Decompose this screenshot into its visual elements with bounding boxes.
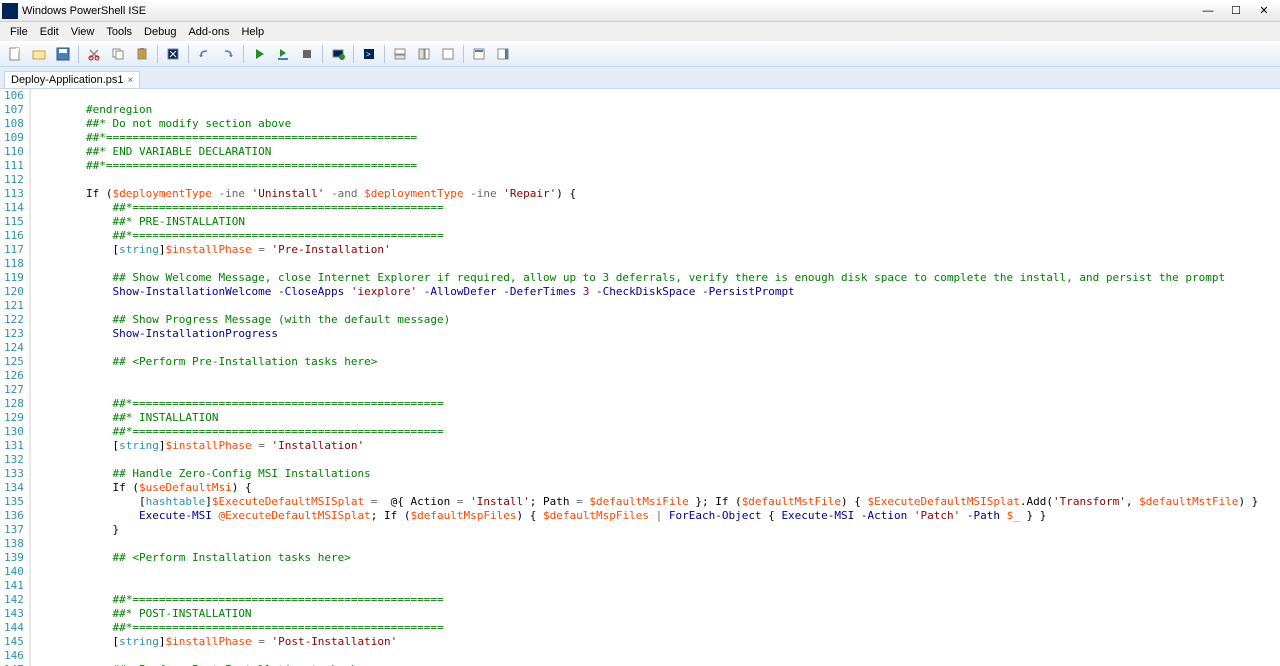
menu-debug[interactable]: Debug — [138, 24, 182, 40]
code-content[interactable]: #endregion ##* Do not modify section abo… — [31, 89, 1280, 666]
tab-bar: Deploy-Application.ps1 × — [0, 67, 1280, 89]
run-selection-button[interactable] — [272, 43, 294, 65]
undo-button[interactable] — [193, 43, 215, 65]
stop-button[interactable] — [296, 43, 318, 65]
close-button[interactable]: ✕ — [1250, 2, 1278, 20]
run-script-button[interactable] — [248, 43, 270, 65]
line-number-gutter: 1061071081091101111121131141151161171181… — [0, 89, 30, 666]
tab-close-icon[interactable]: × — [128, 75, 134, 86]
menu-bar: File Edit View Tools Debug Add-ons Help — [0, 22, 1280, 41]
start-powershell-button[interactable]: > — [358, 43, 380, 65]
svg-text:>: > — [366, 50, 371, 59]
title-bar: Windows PowerShell ISE — ☐ ✕ — [0, 0, 1280, 22]
open-file-button[interactable] — [28, 43, 50, 65]
show-command-button[interactable] — [468, 43, 490, 65]
new-remote-tab-button[interactable] — [327, 43, 349, 65]
maximize-button[interactable]: ☐ — [1222, 2, 1250, 20]
tab-label: Deploy-Application.ps1 — [11, 74, 124, 86]
show-command-addon-button[interactable] — [492, 43, 514, 65]
menu-file[interactable]: File — [4, 24, 34, 40]
show-script-maximized-button[interactable] — [437, 43, 459, 65]
window-title: Windows PowerShell ISE — [22, 5, 146, 17]
new-file-button[interactable] — [4, 43, 26, 65]
menu-addons[interactable]: Add-ons — [182, 24, 235, 40]
show-script-top-button[interactable] — [389, 43, 411, 65]
toolbar: > — [0, 41, 1280, 67]
show-script-right-button[interactable] — [413, 43, 435, 65]
copy-button[interactable] — [107, 43, 129, 65]
menu-tools[interactable]: Tools — [100, 24, 138, 40]
menu-edit[interactable]: Edit — [34, 24, 65, 40]
code-editor[interactable]: 1061071081091101111121131141151161171181… — [0, 89, 1280, 666]
powershell-icon — [2, 3, 18, 19]
clear-console-button[interactable] — [162, 43, 184, 65]
menu-help[interactable]: Help — [235, 24, 270, 40]
save-button[interactable] — [52, 43, 74, 65]
minimize-button[interactable]: — — [1194, 2, 1222, 20]
tab-deploy-application[interactable]: Deploy-Application.ps1 × — [4, 71, 140, 88]
cut-button[interactable] — [83, 43, 105, 65]
menu-view[interactable]: View — [65, 24, 101, 40]
redo-button[interactable] — [217, 43, 239, 65]
paste-button[interactable] — [131, 43, 153, 65]
